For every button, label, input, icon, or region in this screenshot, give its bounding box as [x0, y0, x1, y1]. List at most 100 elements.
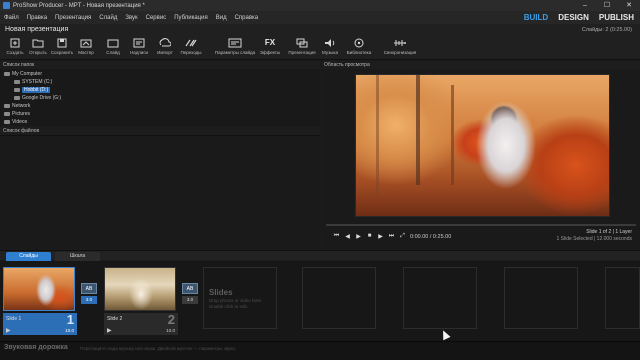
transitions-button[interactable]: Переходы: [178, 37, 204, 55]
tree-trunk: [451, 85, 454, 185]
network-icon: [4, 104, 10, 108]
slide-item[interactable]: Slide 2 2 ▶ 10.0: [102, 266, 178, 336]
slide-number: 2: [167, 312, 175, 327]
close-button[interactable]: ✕: [618, 0, 640, 11]
preview-header: Область просмотра: [322, 61, 640, 69]
create-icon: [8, 37, 22, 48]
slide-duration[interactable]: 10.0: [166, 328, 175, 333]
transition-icon[interactable]: AB: [182, 283, 198, 294]
tree-item-pictures[interactable]: Pictures: [4, 111, 30, 117]
tree-item-hobbit-d[interactable]: Hobbit (D:): [14, 87, 51, 93]
tab-timeline[interactable]: Шкала: [55, 252, 100, 261]
play-icon[interactable]: ▶: [107, 327, 112, 334]
transition-duration[interactable]: 3.0: [81, 296, 97, 304]
presentation-button[interactable]: Презентация: [288, 37, 316, 55]
stop-icon[interactable]: ■: [366, 233, 373, 240]
sync-button[interactable]: Синхронизация: [383, 37, 417, 55]
slide-duration-bar: ▶ 10.0: [104, 327, 178, 335]
playback-progress[interactable]: [326, 224, 636, 226]
menu-audio[interactable]: Звук: [121, 15, 141, 21]
effects-icon: FX: [264, 38, 276, 47]
wizard-button[interactable]: Мастер: [73, 37, 99, 55]
file-list[interactable]: [0, 135, 320, 249]
save-button[interactable]: Сохранить: [49, 37, 75, 55]
file-list-header: Список файлов: [0, 127, 320, 135]
fullscreen-icon[interactable]: ⤢: [399, 233, 406, 240]
empty-slide-slot[interactable]: [504, 267, 578, 329]
app-logo-icon: [3, 2, 10, 9]
soundtrack-bar[interactable]: Звуковая дорожка Перетащите сюда музыку …: [0, 341, 640, 360]
play-icon[interactable]: ▶: [355, 233, 362, 240]
design-mode-button[interactable]: DESIGN: [558, 13, 589, 22]
drive-icon: [14, 80, 20, 84]
presentation-icon: [295, 37, 309, 48]
slide-item[interactable]: Slide 1 1 ▶ 10.0: [1, 266, 77, 336]
minimize-button[interactable]: –: [574, 0, 596, 11]
transition-item[interactable]: AB 3.0: [80, 283, 98, 307]
menu-view[interactable]: Вид: [212, 15, 231, 21]
tree-item-google-drive[interactable]: Google Drive (G:): [14, 95, 61, 101]
transition-item[interactable]: AB 3.0: [181, 283, 199, 307]
previous-icon[interactable]: ◀: [344, 233, 351, 240]
drive-icon: [14, 88, 20, 92]
import-button[interactable]: Импорт: [152, 37, 178, 55]
empty-slide-slot[interactable]: [605, 267, 640, 329]
menu-publish[interactable]: Публикация: [170, 15, 212, 21]
next-icon[interactable]: ▶: [377, 233, 384, 240]
menu-help[interactable]: Справка: [231, 15, 263, 21]
slide-options-icon: [228, 37, 242, 48]
slide-duration[interactable]: 10.0: [65, 328, 74, 333]
slide-status: Slide 1 of 2 | 1 Layer 1 Slide Selected …: [556, 229, 632, 243]
tree-trunk: [376, 75, 379, 195]
tree-item-videos[interactable]: Videos: [4, 119, 27, 125]
tree-item-my-computer[interactable]: My Computer: [4, 71, 42, 77]
timecode: 0:00.00 / 0:25.00: [410, 234, 452, 240]
menu-edit[interactable]: Правка: [23, 15, 51, 21]
project-bar: Новая презентация Слайды: 2 (0:25.00): [0, 24, 640, 36]
drive-icon: [14, 96, 20, 100]
menu-show[interactable]: Презентация: [51, 15, 95, 21]
slide-icon: [106, 37, 120, 48]
import-icon: [158, 37, 172, 48]
captions-button[interactable]: Надписи: [126, 37, 152, 55]
effects-button[interactable]: FX Эффекты: [257, 37, 283, 55]
open-button[interactable]: Открыть: [25, 37, 51, 55]
empty-slide-slot[interactable]: [302, 267, 376, 329]
tree-trunk: [416, 75, 420, 185]
music-button[interactable]: Музыка: [317, 37, 343, 55]
transport-controls: ⏮ ◀ ▶ ■ ▶ ⏭ ⤢: [333, 233, 406, 240]
main-toolbar: Создать Открыть Сохранить Мастер Слайд Н…: [0, 36, 640, 60]
menu-file[interactable]: Файл: [0, 15, 23, 21]
folder-tree: My Computer SYSTEM (C:) Hobbit (D:) Goog…: [0, 69, 320, 126]
library-icon: [352, 37, 366, 48]
tree-item-network[interactable]: Network: [4, 103, 30, 109]
empty-slide-slot[interactable]: [403, 267, 477, 329]
slide-thumbnail[interactable]: [3, 267, 75, 311]
transition-duration[interactable]: 3.0: [182, 296, 198, 304]
transition-icon[interactable]: AB: [81, 283, 97, 294]
title-bar: ProShow Producer - MPT - Новая презентац…: [0, 0, 640, 11]
tree-item-system-c[interactable]: SYSTEM (C:): [14, 79, 52, 85]
slide-button[interactable]: Слайд: [100, 37, 126, 55]
menu-slide[interactable]: Слайд: [95, 15, 121, 21]
menu-tools[interactable]: Сервис: [142, 15, 171, 21]
empty-slide-slot[interactable]: Slides Drop photos or video here. Double…: [203, 267, 277, 329]
slide-thumbnail[interactable]: [104, 267, 176, 311]
publish-mode-button[interactable]: PUBLISH: [599, 13, 634, 22]
library-button[interactable]: Библиотека: [346, 37, 372, 55]
project-name: Новая презентация: [5, 26, 69, 33]
tab-slides[interactable]: Слайды: [6, 252, 51, 261]
project-info: Слайды: 2 (0:25.00): [581, 27, 632, 33]
preview-image: [355, 74, 610, 217]
maximize-button[interactable]: ☐: [596, 0, 618, 11]
skip-start-icon[interactable]: ⏮: [333, 233, 340, 240]
slide-number: 1: [66, 312, 74, 327]
build-mode-button[interactable]: BUILD: [524, 13, 548, 22]
placeholder-text: Drop photos or video here. Double click …: [209, 298, 263, 309]
music-icon: [323, 37, 337, 48]
folder-icon: [4, 120, 10, 124]
skip-end-icon[interactable]: ⏭: [388, 233, 395, 240]
slide-options-button[interactable]: Параметры слайда: [215, 37, 255, 55]
play-icon[interactable]: ▶: [6, 327, 11, 334]
bottom-tabs: Слайды Шкала: [0, 250, 640, 261]
